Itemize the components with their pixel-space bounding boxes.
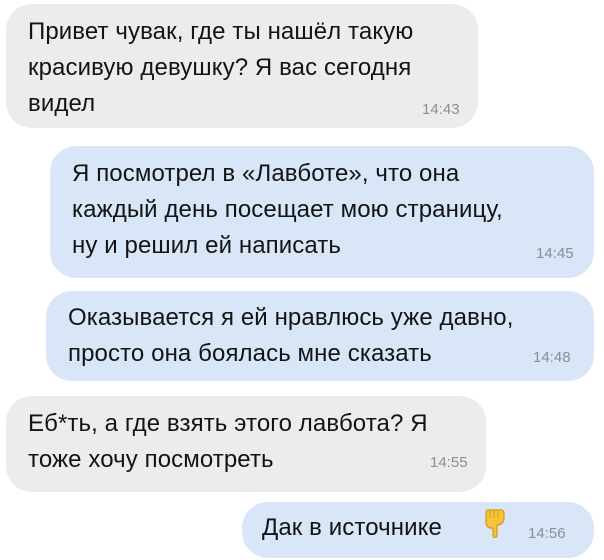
message-time: 14:45 — [536, 245, 574, 262]
message-time: 14:48 — [533, 349, 571, 366]
message-text: Привет чувак, где ты нашёл такую красиву… — [28, 18, 414, 117]
backhand-index-pointing-down-icon — [485, 509, 505, 538]
message-text: Оказывается я ей нравлюсь уже давно, про… — [68, 304, 514, 367]
message-text: Я посмотрел в «Лавботе», что она каждый … — [72, 160, 503, 259]
message-time: 14:56 — [528, 525, 566, 542]
chat-history[interactable]: Привет чувак, где ты нашёл такую красиву… — [0, 0, 604, 560]
message-time: 14:55 — [430, 454, 468, 471]
message-time: 14:43 — [422, 101, 460, 118]
message-text: Еб*ть, а где взять этого лавбота? Я тоже… — [28, 410, 428, 473]
message-text: Дак в источнике — [262, 514, 442, 541]
